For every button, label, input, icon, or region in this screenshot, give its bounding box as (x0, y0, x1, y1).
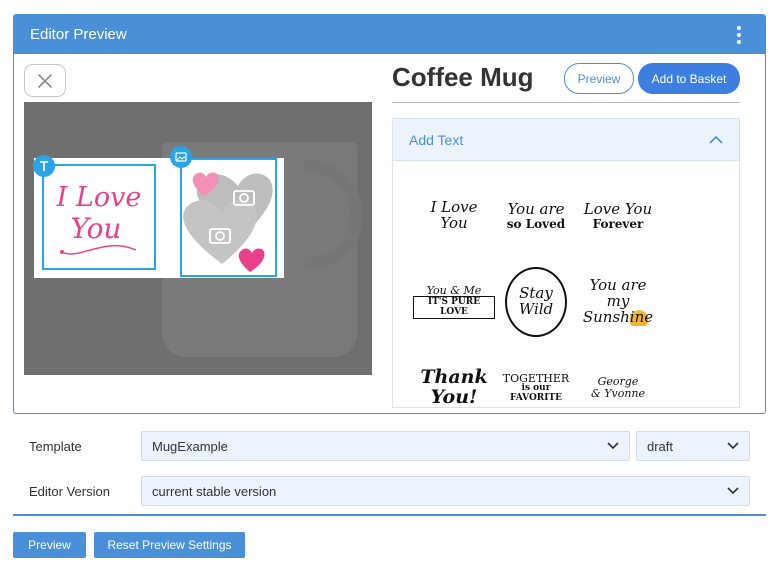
footer-preview-button[interactable]: Preview (13, 532, 86, 558)
text-template[interactable]: You are my Sunshine (577, 267, 659, 337)
editor-version-row: Editor Version current stable version (13, 476, 766, 506)
preview-button[interactable]: Preview (564, 63, 634, 94)
chevron-down-icon (727, 487, 739, 495)
chevron-up-icon (709, 135, 723, 144)
product-title: Coffee Mug (392, 62, 534, 92)
text-tool-icon (40, 161, 48, 171)
editor-version-select[interactable]: current stable version (141, 476, 750, 506)
template-select[interactable]: MugExample (141, 431, 630, 461)
reset-preview-settings-button[interactable]: Reset Preview Settings (94, 532, 245, 558)
template-row: Template MugExample draft (13, 431, 766, 461)
panel-header: Editor Preview (14, 15, 765, 54)
template-select-value: MugExample (152, 438, 228, 454)
text-template[interactable]: You are so Loved (495, 181, 577, 251)
text-frame[interactable]: I Love You (42, 164, 156, 270)
text-frame-badge[interactable] (33, 155, 55, 177)
form-divider (13, 514, 766, 516)
text-artwork: I Love You (56, 182, 142, 255)
print-area: I Love You (33, 146, 284, 278)
add-to-basket-button[interactable]: Add to Basket (638, 63, 740, 94)
image-tool-icon (175, 152, 187, 162)
text-template[interactable]: Thank You! (413, 353, 495, 423)
text-template[interactable]: You & Me IT'S PURE LOVE (413, 267, 495, 337)
status-select-value: draft (647, 438, 674, 454)
close-icon (38, 73, 52, 88)
status-select[interactable]: draft (636, 431, 750, 461)
frame-text-line1: I Love (56, 182, 142, 213)
editor-version-select-value: current stable version (152, 483, 277, 499)
frame-text-line2: You (71, 212, 122, 245)
accordion-title: Add Text (409, 131, 464, 148)
mug-preview-canvas[interactable]: I Love You (24, 102, 372, 375)
text-template[interactable]: Stay Wild (505, 267, 567, 337)
add-text-accordion: Add Text I Love You You are so Loved Love … (392, 118, 740, 408)
image-frame-badge[interactable] (170, 146, 192, 168)
chevron-down-icon (727, 442, 739, 450)
more-options-icon[interactable] (729, 25, 749, 44)
close-button[interactable] (24, 64, 66, 97)
template-label: Template (29, 438, 82, 454)
image-artwork (183, 172, 273, 272)
text-template[interactable]: George & Yvonne (577, 353, 659, 423)
text-template-grid: I Love You You are so Loved Love You Foreve… (413, 181, 663, 423)
image-frame[interactable] (180, 158, 277, 277)
add-text-accordion-header[interactable]: Add Text (393, 119, 739, 161)
text-template[interactable]: TOGETHER is our FAVORITE (495, 353, 577, 423)
chevron-down-icon (607, 442, 619, 450)
title-divider (392, 102, 740, 103)
panel-title: Editor Preview (30, 26, 127, 43)
text-template[interactable]: I Love You (413, 181, 495, 251)
text-template[interactable]: Love You Forever (577, 181, 659, 251)
editor-version-label: Editor Version (29, 483, 110, 499)
